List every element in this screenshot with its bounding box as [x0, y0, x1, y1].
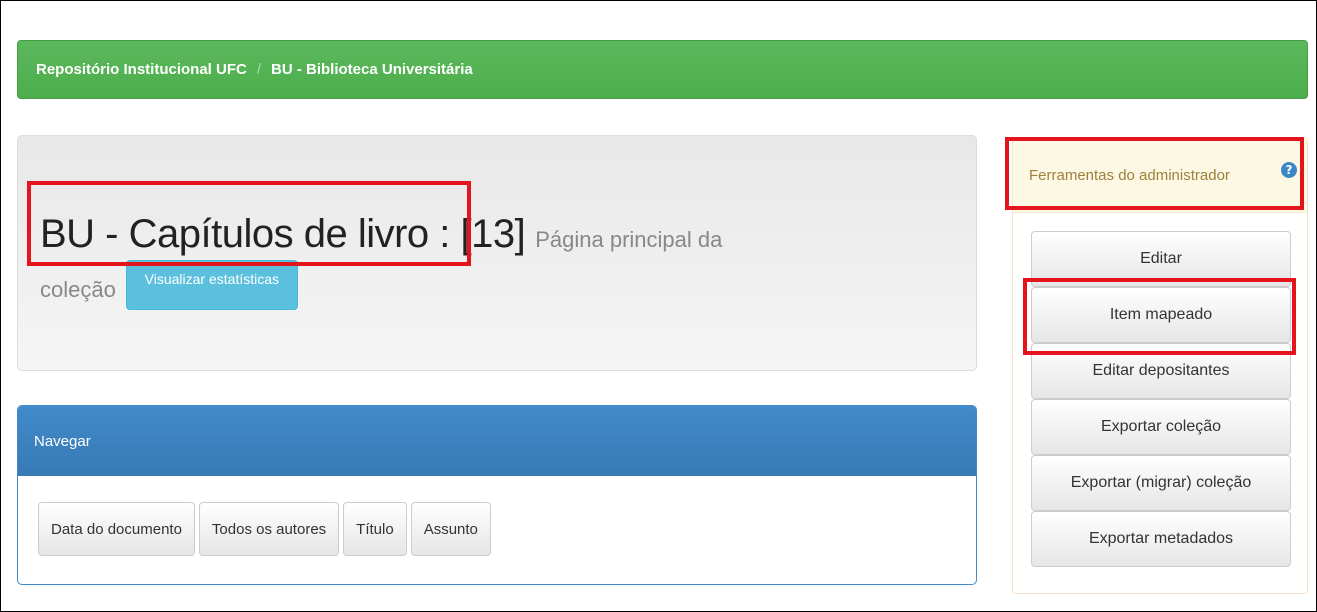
- view-statistics-button[interactable]: Visualizar estatísticas: [125, 260, 298, 310]
- browse-title-button[interactable]: Título: [343, 502, 407, 556]
- breadcrumb-root-link[interactable]: Repositório Institucional UFC: [36, 61, 247, 78]
- breadcrumb: Repositório Institucional UFC / BU - Bib…: [17, 40, 1308, 99]
- browse-authors-button[interactable]: Todos os autores: [198, 502, 340, 556]
- browse-buttons: Data do documento Todos os autores Títul…: [18, 476, 976, 582]
- breadcrumb-separator: /: [256, 61, 262, 78]
- browse-panel: Navegar Data do documento Todos os autor…: [17, 405, 977, 585]
- export-metadata-button[interactable]: Exportar metadados: [1031, 511, 1291, 567]
- highlight-box-title: [27, 181, 471, 266]
- highlight-box-mapped-item: [1023, 278, 1296, 355]
- browse-subject-button[interactable]: Assunto: [410, 502, 491, 556]
- export-collection-button[interactable]: Exportar coleção: [1031, 399, 1291, 455]
- browse-panel-heading: Navegar: [18, 406, 976, 476]
- collection-subtitle-part2: coleção: [40, 277, 116, 302]
- export-migrate-collection-button[interactable]: Exportar (migrar) coleção: [1031, 455, 1291, 511]
- collection-title-line-2: coleção Visualizar estatísticas: [40, 260, 298, 310]
- highlight-box-admin-heading: [1005, 137, 1304, 210]
- breadcrumb-current-link[interactable]: BU - Biblioteca Universitária: [271, 61, 473, 78]
- browse-date-button[interactable]: Data do documento: [38, 502, 195, 556]
- collection-subtitle-part1: Página principal da: [535, 227, 723, 252]
